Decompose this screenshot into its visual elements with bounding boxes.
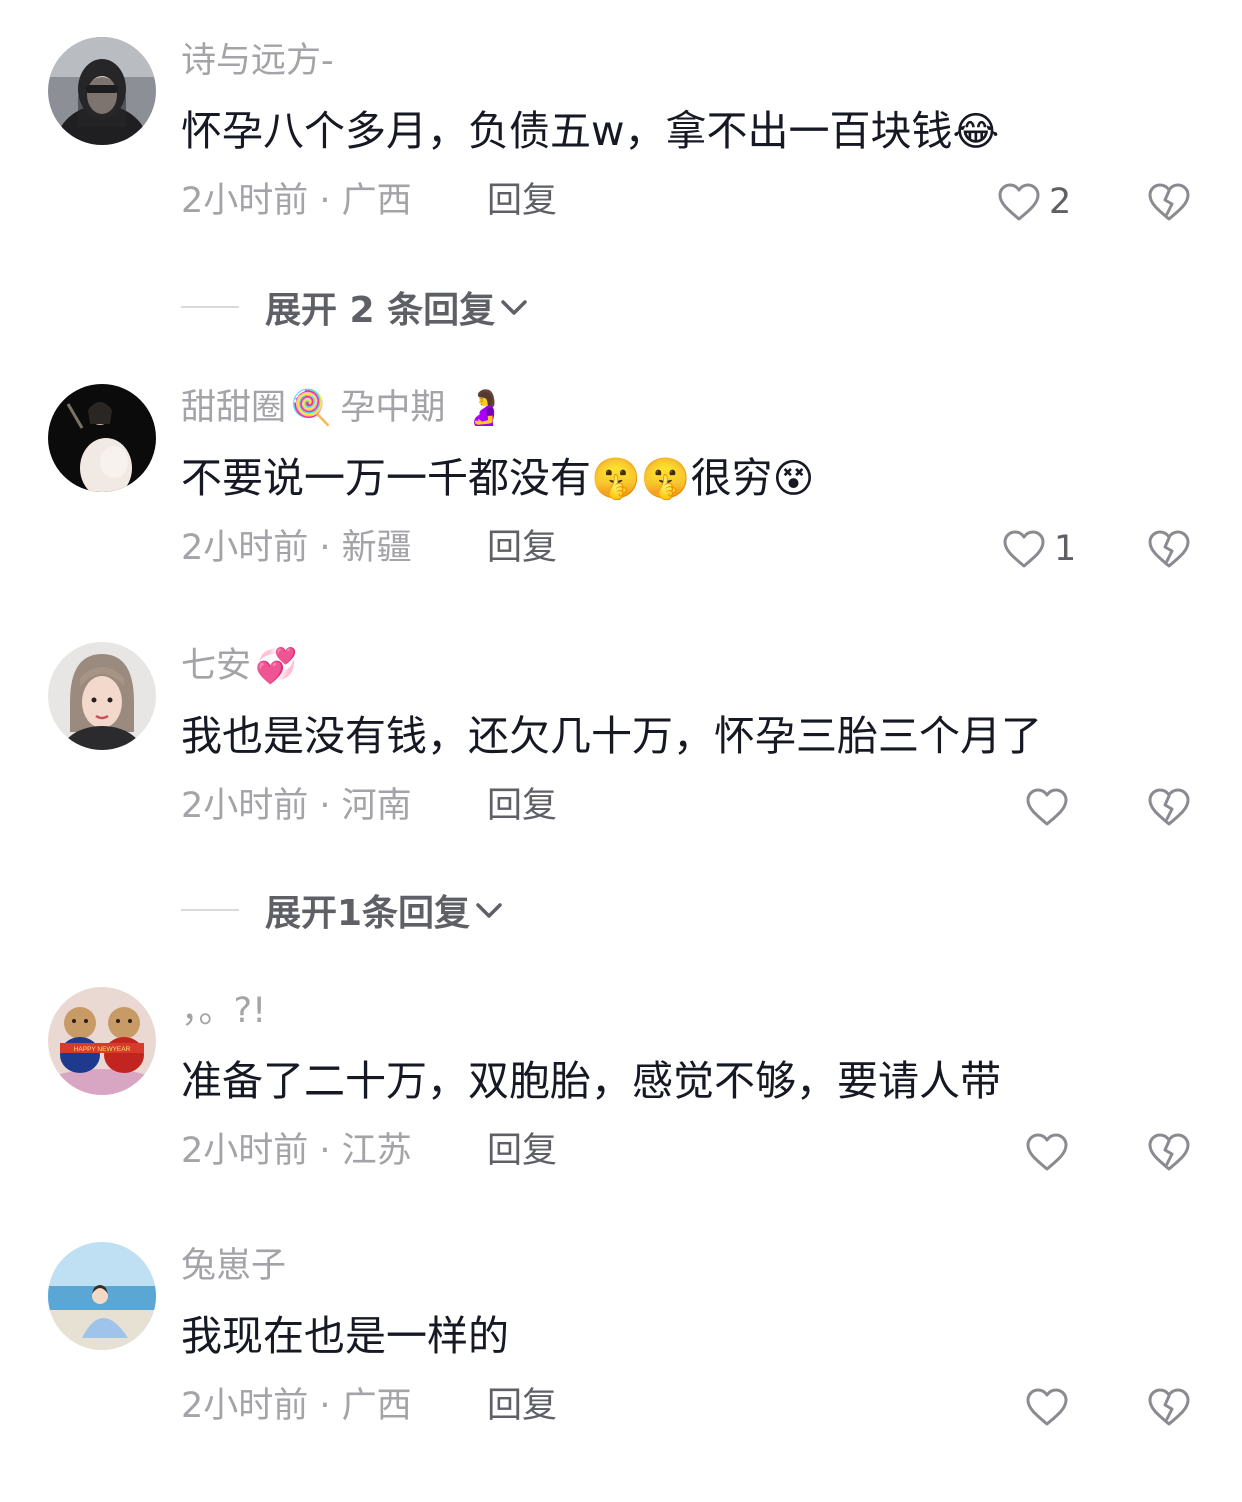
like-button[interactable]: 2 xyxy=(997,182,1071,222)
timestamp-location: 2小时前 · 广西 xyxy=(181,1386,412,1426)
avatar[interactable] xyxy=(48,642,156,750)
timestamp-location: 2小时前 · 江苏 xyxy=(181,1131,412,1171)
dizzy-face-emoji-icon: 😵 xyxy=(772,456,815,502)
dislike-button[interactable] xyxy=(1147,1132,1191,1176)
username[interactable]: 诗与远方- xyxy=(181,39,334,83)
comment-text: 我现在也是一样的 xyxy=(181,1312,509,1360)
dislike-button[interactable] xyxy=(1147,529,1191,573)
dislike-button[interactable] xyxy=(1147,1387,1191,1431)
divider-line xyxy=(181,306,239,308)
broken-heart-icon xyxy=(1148,788,1190,826)
divider-line xyxy=(181,909,239,911)
heart-outline-icon xyxy=(1026,1388,1068,1426)
timestamp-location: 2小时前 · 新疆 xyxy=(181,528,412,568)
username[interactable]: 甜甜圈 🍭 孕中期 🤰 xyxy=(181,386,512,430)
broken-heart-icon xyxy=(1148,1388,1190,1426)
like-count: 2 xyxy=(1049,182,1072,222)
reply-button[interactable]: 回复 xyxy=(487,1129,557,1173)
avatar[interactable] xyxy=(48,1242,156,1350)
broken-heart-icon xyxy=(1148,183,1190,221)
like-count: 1 xyxy=(1054,529,1077,569)
like-button[interactable] xyxy=(1025,1387,1069,1427)
comment-item: 甜甜圈 🍭 孕中期 🤰 不要说一万一千都没有🤫🤫很穷😵 2小时前 · 新疆 回复 1 xyxy=(0,384,1242,644)
timestamp-location: 2小时前 · 河南 xyxy=(181,786,412,826)
avatar-banner-text: HAPPY NEWYEAR xyxy=(74,1046,131,1053)
avatar[interactable]: HAPPY NEWYEAR xyxy=(48,987,156,1095)
comment-text: 怀孕八个多月，负债五w，拿不出一百块钱😂 xyxy=(181,107,1000,155)
reply-button[interactable]: 回复 xyxy=(487,526,557,570)
comment-item: 七安 💞 我也是没有钱，还欠几十万，怀孕三胎三个月了 2小时前 · 河南 回复 xyxy=(0,642,1242,902)
pregnancy-stage-tag: 孕中期 xyxy=(340,388,446,428)
pregnant-woman-emoji-icon: 🤰 xyxy=(463,388,506,428)
heart-outline-icon xyxy=(998,183,1040,221)
heart-outline-icon xyxy=(1026,1133,1068,1171)
broken-heart-icon xyxy=(1148,1133,1190,1171)
reply-button[interactable]: 回复 xyxy=(487,1384,557,1428)
laughing-crying-emoji-icon: 😂 xyxy=(952,109,1000,155)
dislike-button[interactable] xyxy=(1147,787,1191,831)
chevron-down-icon xyxy=(476,903,502,918)
reply-button[interactable]: 回复 xyxy=(487,784,557,828)
avatar[interactable] xyxy=(48,37,156,145)
lollipop-emoji-icon: 🍭 xyxy=(290,388,333,428)
comment-text: 准备了二十万，双胞胎，感觉不够，要请人带 xyxy=(181,1057,1001,1105)
comment-text: 不要说一万一千都没有🤫🤫很穷😵 xyxy=(181,454,815,502)
timestamp-location: 2小时前 · 广西 xyxy=(181,181,412,221)
like-button[interactable] xyxy=(1025,787,1069,827)
broken-heart-icon xyxy=(1148,530,1190,568)
chevron-down-icon xyxy=(501,300,527,315)
comment-item: 兔崽子 我现在也是一样的 2小时前 · 广西 回复 xyxy=(0,1242,1242,1502)
like-button[interactable]: 1 xyxy=(1002,529,1076,569)
heart-outline-icon xyxy=(1026,788,1068,826)
dislike-button[interactable] xyxy=(1147,182,1191,226)
username[interactable]: ，。?! xyxy=(181,989,266,1033)
username[interactable]: 七安 💞 xyxy=(181,644,303,688)
heart-outline-icon xyxy=(1003,530,1045,568)
comment-text: 我也是没有钱，还欠几十万，怀孕三胎三个月了 xyxy=(181,712,1042,760)
two-hearts-emoji-icon: 💞 xyxy=(255,646,298,686)
username[interactable]: 兔崽子 xyxy=(181,1244,286,1288)
shushing-face-emoji-icon: 🤫🤫 xyxy=(591,456,691,502)
expand-replies-button[interactable]: 展开1条回复 xyxy=(181,887,504,934)
comment-item: HAPPY NEWYEAR ，。?! 准备了二十万，双胞胎，感觉不够，要请人带 … xyxy=(0,987,1242,1247)
expand-replies-button[interactable]: 展开 2 条回复 xyxy=(181,284,529,331)
reply-button[interactable]: 回复 xyxy=(487,179,557,223)
like-button[interactable] xyxy=(1025,1132,1069,1172)
avatar[interactable] xyxy=(48,384,156,492)
comment-item: 诗与远方- 怀孕八个多月，负债五w，拿不出一百块钱😂 2小时前 · 广西 回复 … xyxy=(0,37,1242,297)
